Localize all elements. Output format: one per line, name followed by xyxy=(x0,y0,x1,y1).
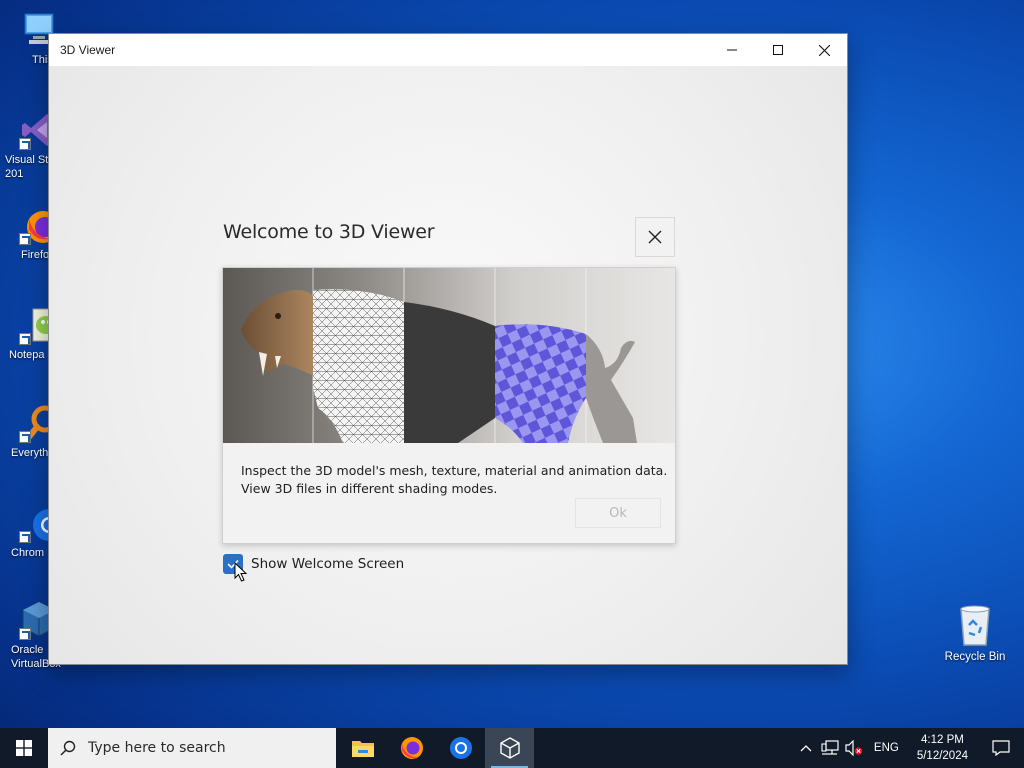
shortcut-arrow-icon xyxy=(19,628,31,640)
system-tray: ENG 4:12 PM 5/12/2024 xyxy=(794,728,1024,768)
notification-icon xyxy=(992,740,1010,756)
network-button[interactable] xyxy=(818,728,842,768)
shortcut-arrow-icon xyxy=(19,431,31,443)
welcome-title: Welcome to 3D Viewer xyxy=(223,221,435,243)
hero-image-saber-tooth-tiger xyxy=(223,268,675,443)
viewer-canvas: Welcome to 3D Viewer Inspect the 3D mode… xyxy=(49,66,847,664)
minimize-button[interactable] xyxy=(709,34,755,66)
welcome-description-line-2: View 3D files in different shading modes… xyxy=(241,481,498,496)
show-welcome-screen-toggle[interactable]: Show Welcome Screen xyxy=(223,554,404,574)
desktop-icon-recycle-bin[interactable]: Recycle Bin xyxy=(940,603,1010,663)
mouse-pointer-icon xyxy=(234,561,248,587)
recycle-bin-icon xyxy=(955,603,995,647)
shortcut-arrow-icon xyxy=(19,531,31,543)
taskbar-chrome[interactable] xyxy=(436,728,485,768)
search-placeholder: Type here to search xyxy=(88,740,226,756)
window-titlebar[interactable]: 3D Viewer xyxy=(49,34,847,66)
close-icon xyxy=(818,44,830,56)
recycle-bin-label: Recycle Bin xyxy=(944,651,1006,663)
network-icon xyxy=(821,740,839,755)
windows-logo-icon xyxy=(16,740,32,756)
3d-viewer-icon xyxy=(499,737,520,759)
action-center-button[interactable] xyxy=(978,728,1024,768)
maximize-icon xyxy=(773,45,783,55)
shortcut-arrow-icon xyxy=(19,333,31,345)
taskbar-firefox[interactable] xyxy=(387,728,436,768)
taskbar: Type here to search ENG 4:12 PM 5/12/202… xyxy=(0,728,1024,768)
taskbar-search-box[interactable]: Type here to search xyxy=(48,728,336,768)
clock-time: 4:12 PM xyxy=(921,734,964,746)
ok-button[interactable]: Ok xyxy=(575,498,661,528)
welcome-card: Inspect the 3D model's mesh, texture, ma… xyxy=(222,267,676,544)
show-welcome-label: Show Welcome Screen xyxy=(251,556,405,572)
close-window-button[interactable] xyxy=(801,34,847,66)
chevron-up-icon xyxy=(800,745,812,752)
shortcut-arrow-icon xyxy=(19,233,31,245)
close-icon xyxy=(648,230,662,244)
welcome-description: Inspect the 3D model's mesh, texture, ma… xyxy=(241,462,667,498)
taskbar-file-explorer[interactable] xyxy=(338,728,387,768)
welcome-description-line-1: Inspect the 3D model's mesh, texture, ma… xyxy=(241,463,668,478)
firefox-icon xyxy=(400,737,423,759)
file-explorer-icon xyxy=(351,741,374,757)
minimize-icon xyxy=(727,49,737,51)
welcome-close-button[interactable] xyxy=(635,217,675,257)
show-hidden-icons-button[interactable] xyxy=(794,728,818,768)
start-button[interactable] xyxy=(0,728,48,768)
app-window-3d-viewer: 3D Viewer Welcome to 3D Viewer Inspect t… xyxy=(48,33,848,665)
taskbar-3d-viewer[interactable] xyxy=(485,728,534,768)
clock[interactable]: 4:12 PM 5/12/2024 xyxy=(907,732,978,764)
volume-muted-icon xyxy=(845,740,863,756)
shortcut-arrow-icon xyxy=(19,138,31,150)
window-title: 3D Viewer xyxy=(60,43,116,57)
clock-date: 5/12/2024 xyxy=(916,750,968,762)
maximize-button[interactable] xyxy=(755,34,801,66)
input-language[interactable]: ENG xyxy=(866,742,907,754)
volume-button[interactable] xyxy=(842,728,866,768)
search-icon xyxy=(60,740,76,756)
chrome-icon xyxy=(449,737,472,759)
